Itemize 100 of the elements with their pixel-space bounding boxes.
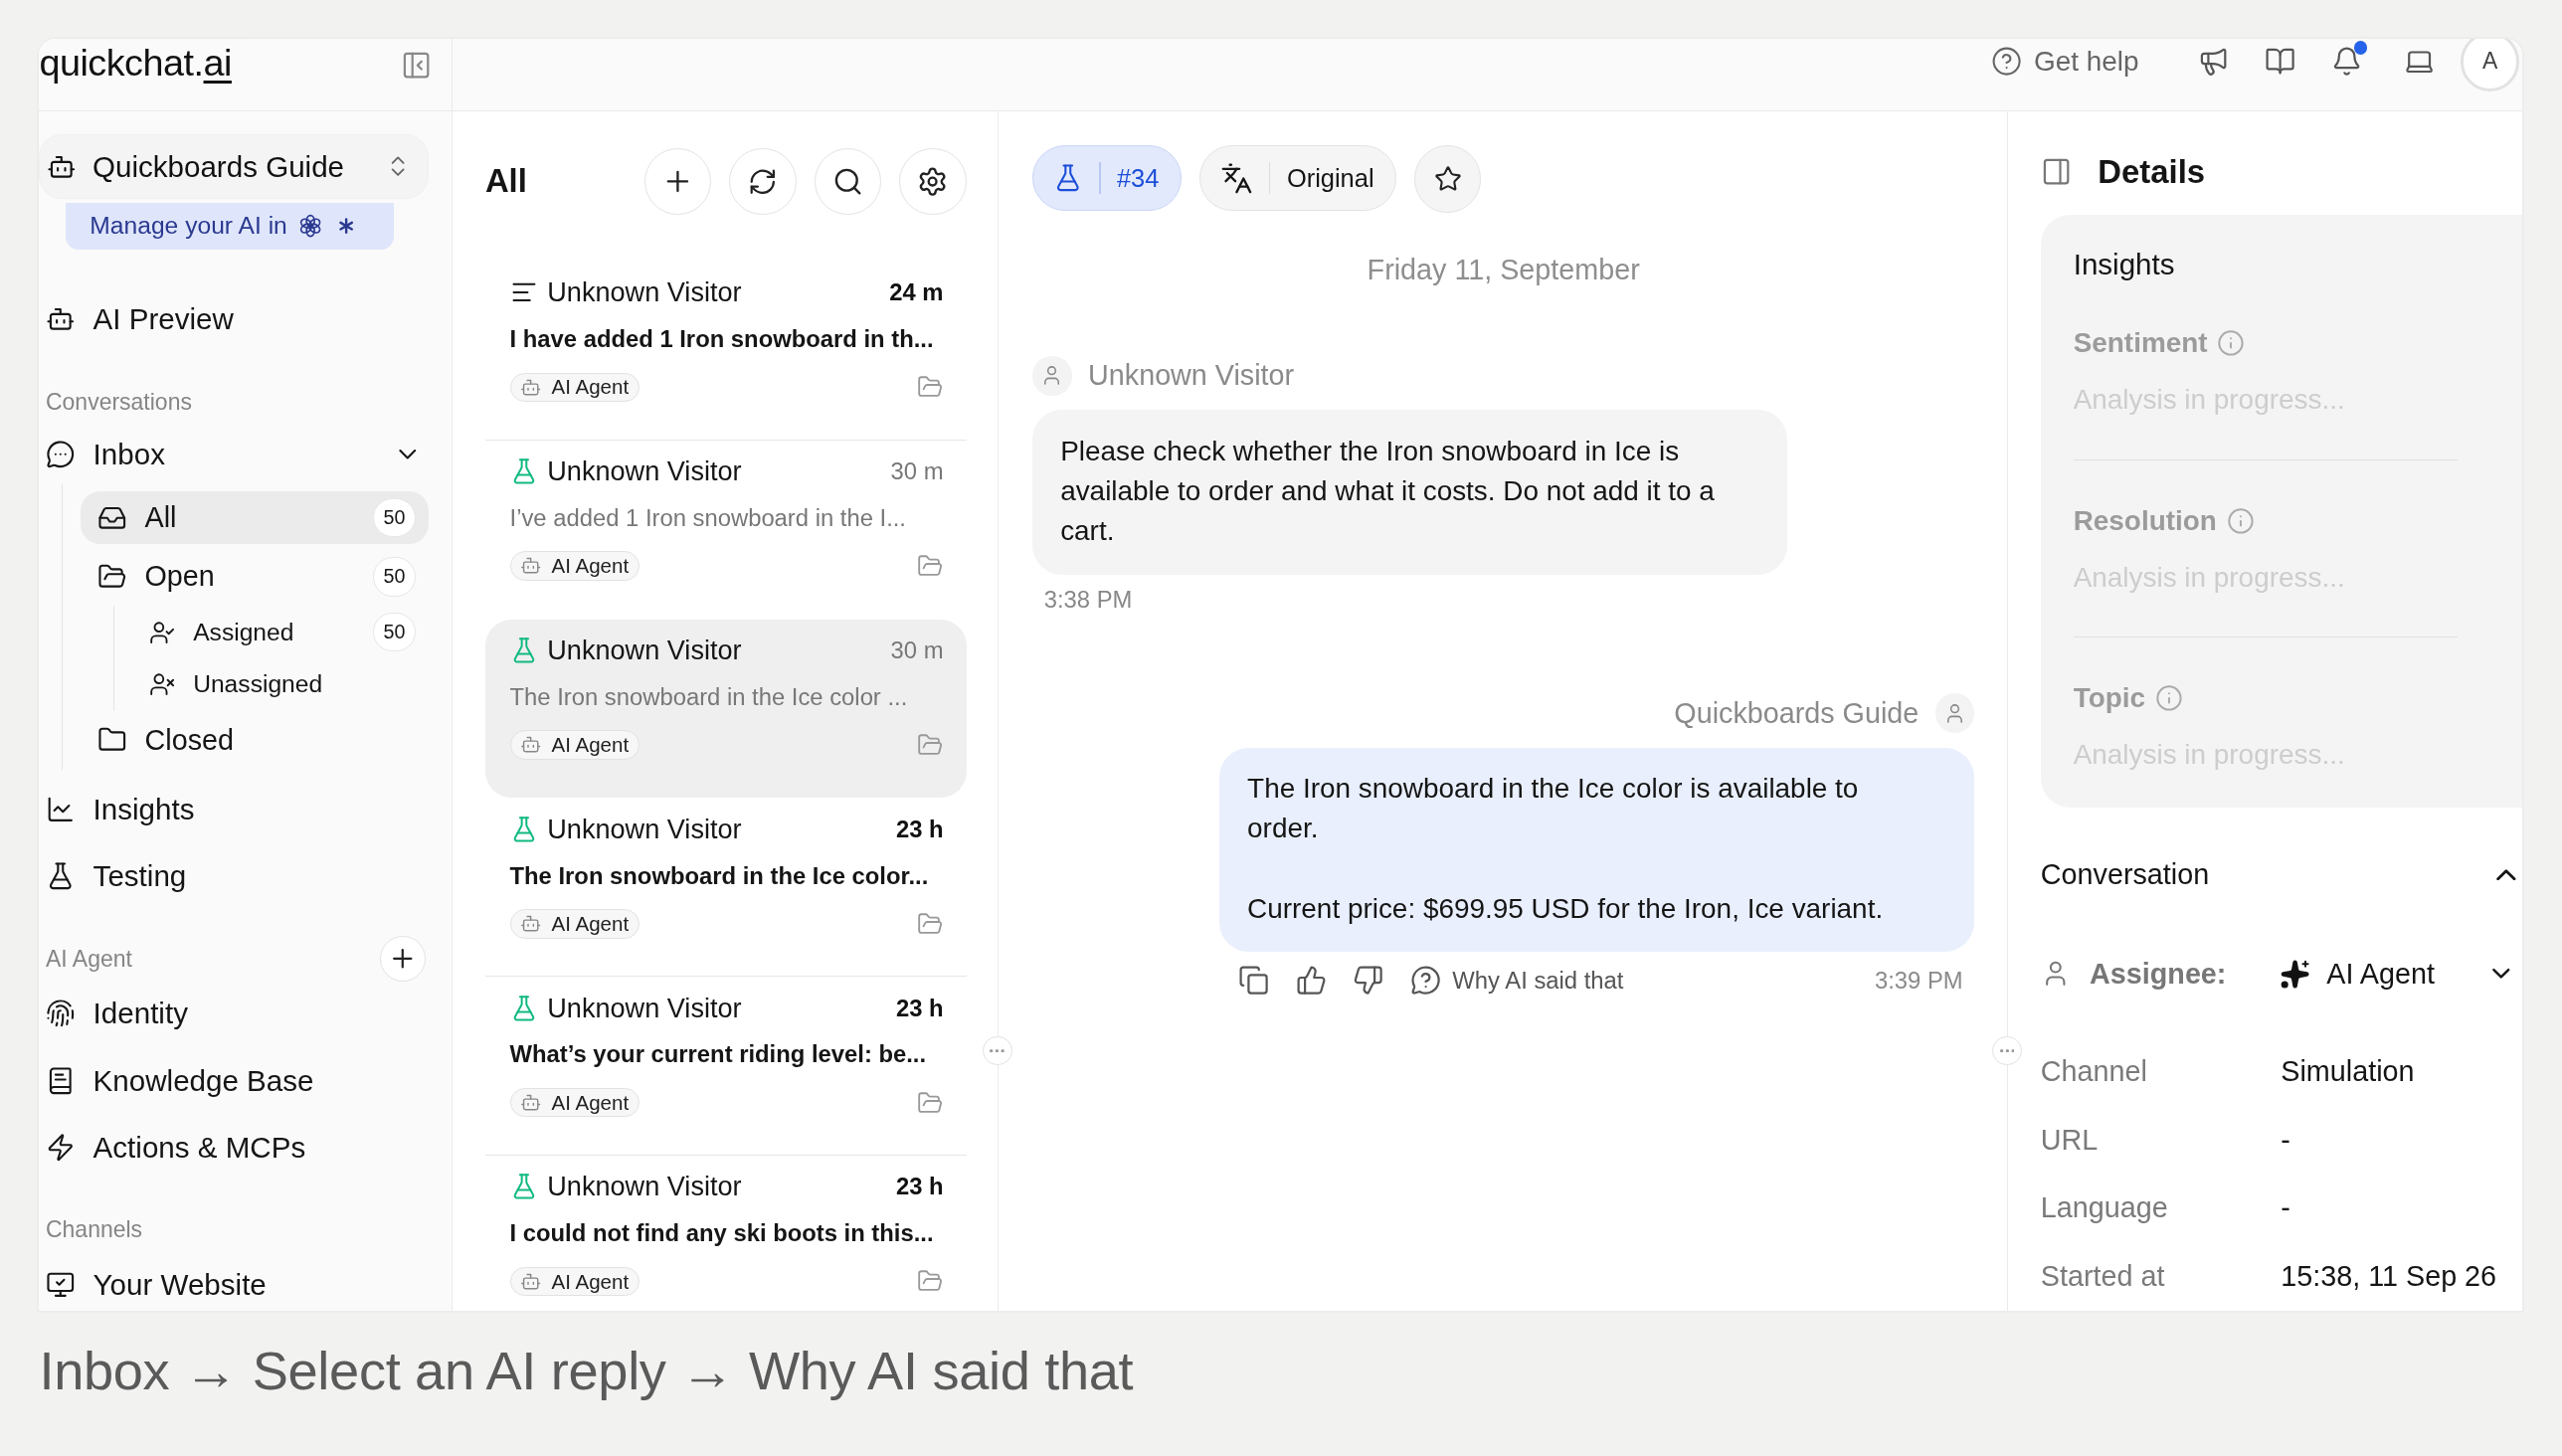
- brand-logo: quickchat.ai: [39, 42, 232, 87]
- count-badge: 50: [373, 497, 416, 538]
- lightning-icon: [46, 1133, 76, 1163]
- message-bubble: The Iron snowboard in the Ice color is available to order. Current price: $699.95 USD for the Iron, Ice variant.: [1219, 747, 1975, 952]
- visitor-name: Unknown Visitor: [547, 813, 743, 845]
- field-value: Simulation: [2281, 1055, 2415, 1089]
- manage-ai-banner[interactable]: Manage your AI in: [65, 202, 394, 251]
- visitor-name: Unknown Visitor: [547, 992, 743, 1024]
- author-name: Unknown Visitor: [1088, 359, 1295, 393]
- conversation-time: 23 h: [895, 994, 944, 1022]
- author-name: Quickboards Guide: [1674, 696, 1920, 730]
- sparkle-icon: [2279, 958, 2310, 990]
- conversation-time: 24 m: [889, 278, 944, 307]
- insight-label: Sentiment: [2073, 327, 2208, 360]
- message-preview: I have added 1 Iron snowboard in th...: [509, 324, 935, 353]
- nav-item[interactable]: Inbox: [92, 437, 375, 471]
- resize-handle[interactable]: [1992, 1035, 2022, 1066]
- copy-icon[interactable]: [1238, 965, 1270, 997]
- conversation-section-header[interactable]: Conversation: [2040, 855, 2523, 894]
- bell-icon[interactable]: [2331, 41, 2368, 78]
- nav-item[interactable]: Your Website: [92, 1267, 430, 1302]
- field-value: 15:38, 11 Sep 26: [2281, 1259, 2497, 1293]
- field-label: Channel: [2040, 1055, 2148, 1089]
- question-bubble-icon: [1409, 965, 1441, 997]
- message-preview: The Iron snowboard in the Ice color...: [509, 861, 930, 890]
- list-title: All: [484, 162, 528, 201]
- field-label: Assignee:: [2090, 957, 2227, 991]
- field-label: Language: [2040, 1191, 2169, 1225]
- fingerprint-icon: [46, 999, 76, 1028]
- get-help-link[interactable]: Get help: [1991, 45, 2139, 78]
- translate-icon: [1219, 161, 1253, 195]
- message-preview: The Iron snowboard in the Ice color ...: [509, 682, 909, 711]
- dots-icon: [990, 1048, 1006, 1052]
- insight-label: Resolution: [2073, 504, 2217, 537]
- agent-tag: AI Agent: [509, 1266, 640, 1297]
- visitor-name: Unknown Visitor: [547, 1171, 743, 1203]
- ticket-pill[interactable]: #34: [1032, 145, 1182, 211]
- dots-icon: [1999, 1048, 2015, 1052]
- nav-item[interactable]: AI Preview: [92, 302, 430, 337]
- agent-tag: AI Agent: [509, 909, 640, 939]
- inbox-filter[interactable]: Unassigned: [132, 657, 430, 711]
- info-icon: [2154, 684, 2183, 713]
- user-x-icon: [148, 671, 176, 698]
- field-label: Started at: [2040, 1259, 2166, 1293]
- thumbs-down-icon[interactable]: [1353, 965, 1384, 997]
- conversation-time: 30 m: [890, 636, 944, 664]
- nav-item[interactable]: Testing: [92, 859, 430, 894]
- message-time: 3:38 PM: [1043, 586, 1134, 614]
- section-label: Channels: [46, 1215, 144, 1245]
- visitor-name: Unknown Visitor: [547, 634, 743, 666]
- chat-bubble-icon: [46, 439, 76, 469]
- agent-tag: AI Agent: [509, 1088, 640, 1118]
- resize-handle[interactable]: [982, 1035, 1012, 1066]
- thumbs-up-icon[interactable]: [1295, 965, 1327, 997]
- assignee-dropdown[interactable]: AI Agent: [2279, 957, 2516, 991]
- details-title: Details: [2098, 152, 2206, 191]
- visitor-name: Unknown Visitor: [547, 276, 743, 309]
- agent-tag: AI Agent: [509, 730, 640, 760]
- nav-item[interactable]: Knowledge Base: [92, 1063, 430, 1098]
- user-check-icon: [148, 619, 176, 645]
- folder-open-icon[interactable]: [917, 1089, 944, 1116]
- nav-item[interactable]: Insights: [92, 792, 430, 826]
- card-title: Insights: [2073, 247, 2176, 282]
- star-icon: [1433, 164, 1462, 193]
- folder-open-icon[interactable]: [917, 910, 944, 937]
- field-value: -: [2281, 1191, 2290, 1225]
- section-label: Conversations: [46, 387, 193, 417]
- info-icon: [2217, 329, 2246, 358]
- conversation-item[interactable]: Unknown Visitor 30 m The Iron snowboard in the Ice color ... AI Agent: [484, 619, 967, 799]
- inbox-filter[interactable]: Closed: [81, 710, 430, 770]
- nav-item[interactable]: Identity: [92, 997, 430, 1031]
- visitor-name: Unknown Visitor: [547, 455, 743, 487]
- info-icon: [2226, 506, 2255, 535]
- count-badge: 50: [373, 557, 416, 597]
- workspace-selector[interactable]: Quickboards Guide: [39, 133, 430, 200]
- translation-pill[interactable]: Original: [1198, 145, 1396, 211]
- nav-item[interactable]: Actions & MCPs: [92, 1130, 430, 1165]
- inbox-filter[interactable]: All 50: [81, 491, 430, 544]
- conversation-time: 23 h: [895, 815, 944, 843]
- agent-tag: AI Agent: [509, 551, 640, 581]
- count-badge: 50: [373, 612, 416, 652]
- insight-label: Topic: [2073, 682, 2145, 715]
- conversation-time: 23 h: [895, 1173, 944, 1201]
- user-avatar[interactable]: A: [2461, 39, 2520, 91]
- caption: Inbox → Select an AI reply → Why AI said that: [39, 1340, 1135, 1402]
- message-time: 3:39 PM: [1874, 966, 1963, 995]
- message-preview: What’s your current riding level: be...: [509, 1040, 928, 1069]
- message-preview: I’ve added 1 Iron snowboard in the I...: [509, 503, 907, 532]
- monitor-icon: [46, 1270, 76, 1300]
- help-icon: [1991, 46, 2023, 78]
- section-label: AI Agent: [46, 945, 132, 973]
- message-bubble: Please check whether the Iron snowboard in Ice is available to order and what it costs. Do not add it to a cart.: [1032, 410, 1788, 575]
- conversation-time: 30 m: [890, 456, 944, 485]
- field-label: URL: [2040, 1123, 2100, 1157]
- field-value: -: [2281, 1123, 2290, 1157]
- why-ai-button[interactable]: Why AI said that: [1409, 965, 1624, 997]
- inbox-filter[interactable]: Open 50: [81, 547, 430, 607]
- inbox-filter[interactable]: Assigned 50: [132, 606, 430, 658]
- chart-icon: [46, 795, 76, 824]
- date-divider: Friday 11, September: [1366, 253, 1641, 286]
